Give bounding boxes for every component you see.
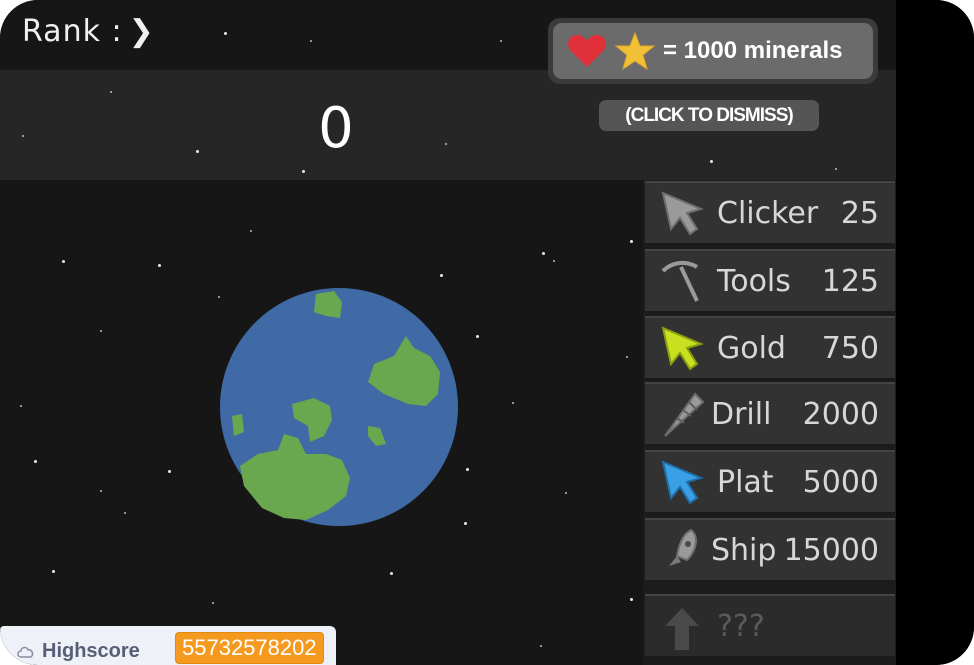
star-icon	[615, 32, 655, 70]
shop-item-name: Clicker	[717, 196, 819, 231]
rank-display: Rank : ❯	[22, 14, 155, 49]
shop-item-clicker[interactable]: Clicker 25	[645, 181, 895, 245]
reward-notice-body: = 1000 minerals	[553, 23, 873, 79]
plat-cursor-icon	[661, 460, 705, 505]
shop-item-ship[interactable]: Ship 15000	[645, 518, 895, 582]
highscore-monitor[interactable]: Highscore 55732578202	[0, 626, 336, 665]
shop-item-price: 5000	[802, 465, 879, 500]
heart-icon	[568, 35, 606, 67]
rank-label: Rank :	[22, 14, 123, 49]
shop-item-name: Ship	[711, 533, 777, 568]
highscore-label: Highscore	[42, 640, 140, 662]
shop-item-plat[interactable]: Plat 5000	[645, 450, 895, 514]
planet[interactable]	[218, 286, 460, 528]
window-edge	[896, 0, 974, 665]
shop-item-price: 25	[840, 196, 879, 231]
shop-item-name: Drill	[711, 397, 772, 432]
shop-item-name: Plat	[717, 465, 774, 500]
shop-item-price: 750	[821, 331, 879, 366]
shop-item-name: Gold	[717, 331, 786, 366]
up-arrow-icon	[665, 608, 699, 650]
shop-item-locked[interactable]: ???	[645, 594, 895, 658]
highscore-value: 55732578202	[175, 632, 324, 664]
cursor-icon	[661, 191, 705, 236]
pickaxe-icon	[661, 260, 699, 302]
cloud-icon	[17, 646, 34, 658]
drill-icon	[664, 392, 705, 437]
shop-item-tools[interactable]: Tools 125	[645, 249, 895, 313]
game-stage: Rank : ❯ 0 = 1000 minerals (CLICK TO DISM…	[0, 0, 896, 665]
shop-item-price: 15000	[783, 533, 879, 568]
reward-notice[interactable]: = 1000 minerals	[548, 18, 878, 84]
shop-item-name: Tools	[717, 264, 791, 299]
mineral-score: 0	[318, 96, 354, 161]
rocket-icon	[669, 528, 697, 566]
dismiss-button[interactable]: (CLICK TO DISMISS)	[599, 100, 819, 131]
shop-item-drill[interactable]: Drill 2000	[645, 382, 895, 446]
reward-notice-text: = 1000 minerals	[663, 37, 843, 64]
game-frame: Rank : ❯ 0 = 1000 minerals (CLICK TO DISM…	[0, 0, 974, 665]
rank-chevron-icon: ❯	[128, 14, 155, 49]
shop-item-gold[interactable]: Gold 750	[645, 316, 895, 380]
gold-cursor-icon	[661, 326, 705, 371]
shop-item-name: ???	[717, 609, 765, 644]
shop-item-price: 125	[821, 264, 879, 299]
shop-item-price: 2000	[802, 397, 879, 432]
